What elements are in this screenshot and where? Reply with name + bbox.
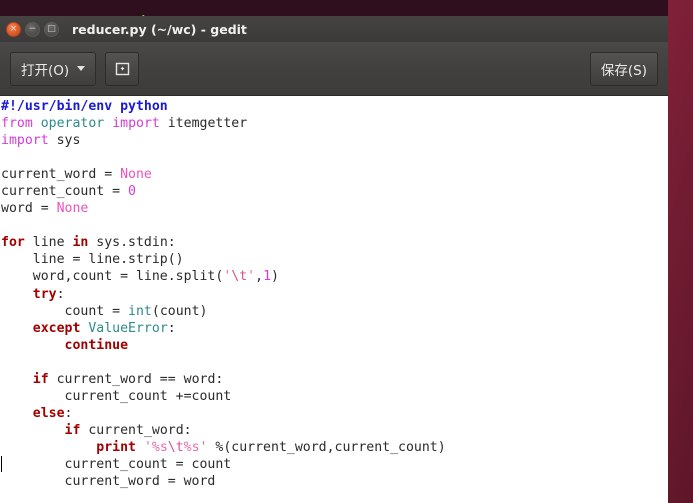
code-token: None — [56, 201, 89, 217]
code-token: line — [24, 235, 73, 251]
code-token: except — [32, 320, 81, 336]
code-token: None — [120, 167, 152, 183]
code-token: current_count +=count — [1, 388, 232, 404]
code-token: ) — [271, 269, 279, 285]
code-editor-area[interactable]: #!/usr/bin/env python from operator impo… — [0, 96, 668, 503]
code-token: sys.stdin: — [88, 235, 176, 251]
code-token: in — [72, 235, 89, 251]
code-token: '%s — [143, 439, 168, 455]
code-token: count = — [1, 303, 129, 319]
chevron-down-icon — [77, 66, 86, 71]
code-token: 1 — [263, 269, 272, 285]
gedit-toolbar: 打开(O) 保存(S) — [0, 42, 668, 96]
new-document-button[interactable] — [105, 51, 140, 86]
code-token: current_word = — [1, 167, 121, 183]
minimize-icon: − — [28, 23, 37, 34]
minimize-window-button[interactable]: − — [25, 21, 40, 37]
gedit-window: × − □ reducer.py (~/wc) - gedit 打开(O) 保存… — [0, 16, 668, 503]
code-token: word,count = line.split( — [1, 269, 224, 285]
code-token: print — [96, 439, 136, 455]
code-token: current_word: — [80, 422, 192, 438]
code-token: : — [56, 286, 65, 302]
code-token: try — [32, 286, 57, 302]
code-token: ValueError — [88, 320, 168, 336]
terminal-prompt-line: hadoop@zdb-VirtualBox:~/wc$ gedit reduce… — [0, 0, 386, 16]
code-token: (count) — [151, 303, 208, 319]
code-token: line = line.strip() — [1, 252, 184, 268]
maximize-window-button[interactable]: □ — [44, 21, 59, 37]
code-token: sys — [48, 133, 81, 149]
code-token: : — [167, 320, 176, 336]
text-caret — [1, 456, 2, 473]
code-token: current_count = count — [1, 456, 232, 472]
code-token: if — [32, 371, 49, 387]
window-title: reducer.py (~/wc) - gedit — [72, 21, 247, 37]
code-token: %s' — [183, 439, 208, 455]
close-window-button[interactable]: × — [6, 21, 21, 37]
code-token: from — [1, 116, 33, 132]
code-token: current_count = — [1, 184, 129, 200]
code-token: for — [1, 235, 25, 251]
code-token: itemgetter — [159, 116, 248, 132]
code-token: word = — [1, 201, 57, 217]
save-file-label: 保存(S) — [600, 62, 647, 79]
code-token: current_word == word: — [48, 371, 224, 387]
code-token: %(current_word,current_count) — [207, 439, 446, 455]
code-token: #!/usr/bin/env python — [1, 99, 168, 114]
code-token: 0 — [128, 184, 136, 200]
code-token: import — [1, 133, 49, 149]
code-token: int — [128, 303, 152, 319]
code-token: continue — [64, 337, 129, 353]
code-token: \t — [231, 269, 248, 285]
code-token: \t — [167, 439, 184, 455]
new-document-icon — [115, 62, 129, 76]
maximize-icon: □ — [47, 23, 56, 34]
source-code[interactable]: #!/usr/bin/env python from operator impo… — [0, 98, 668, 490]
save-file-button[interactable]: 保存(S) — [589, 51, 658, 86]
gedit-titlebar: × − □ reducer.py (~/wc) - gedit — [0, 16, 668, 42]
code-token: current_word = word — [1, 474, 216, 490]
open-file-button[interactable]: 打开(O) — [10, 51, 97, 86]
screen: hadoop@zdb-VirtualBox:~/wc$ gedit reduce… — [0, 0, 693, 503]
open-file-label: 打开(O) — [21, 62, 70, 79]
code-token: else — [32, 405, 65, 421]
code-token: operator — [40, 116, 105, 132]
code-token: import — [112, 116, 160, 132]
code-token: , — [255, 269, 264, 285]
terminal-window[interactable]: hadoop@zdb-VirtualBox:~/wc$ gedit reduce… — [0, 0, 668, 16]
code-token: ' — [247, 269, 256, 285]
close-icon: × — [9, 23, 18, 34]
code-token: if — [64, 422, 81, 438]
code-token: : — [64, 405, 73, 421]
